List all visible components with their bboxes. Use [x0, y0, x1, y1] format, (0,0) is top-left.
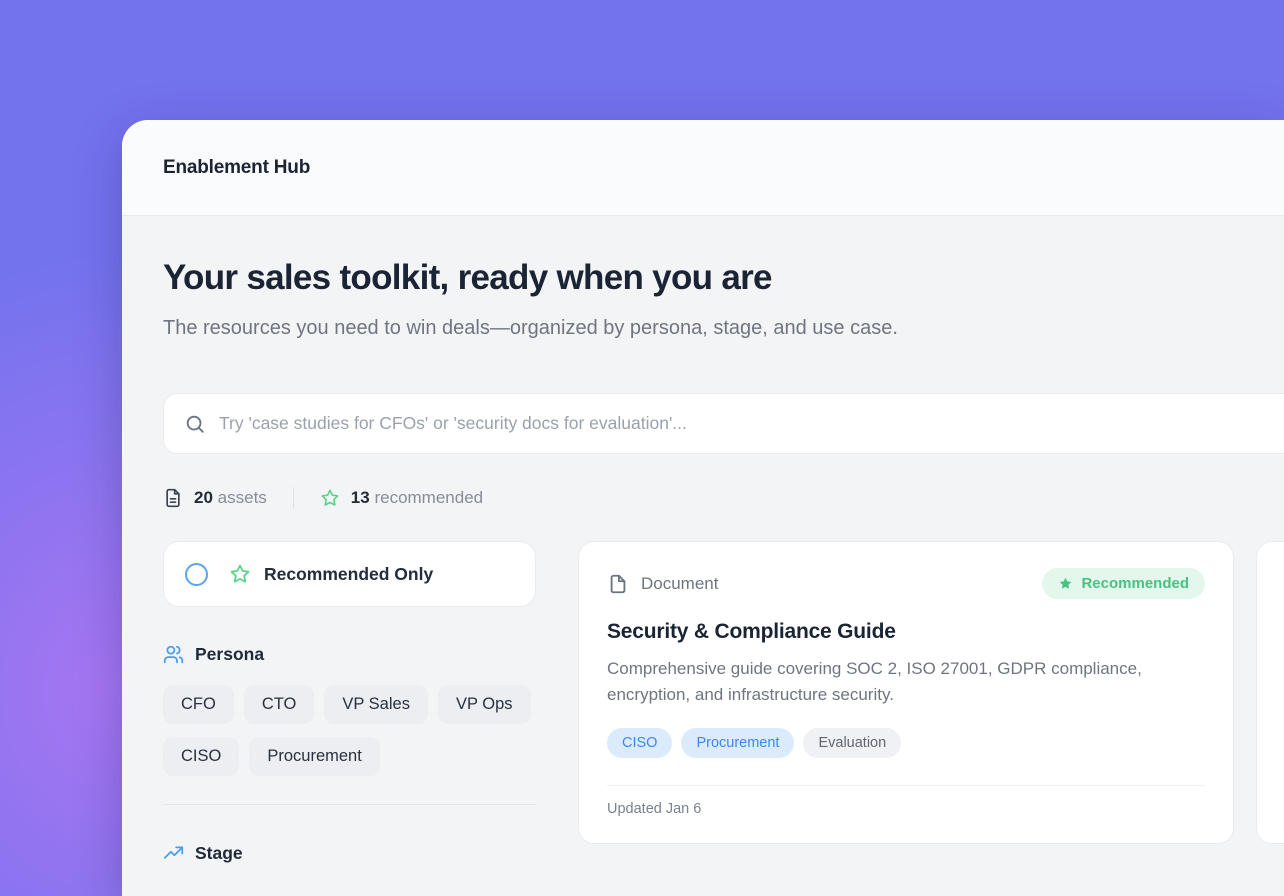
star-icon [229, 563, 251, 585]
assets-count: 20 [194, 488, 213, 507]
asset-card-security-compliance-guide[interactable]: Document Recommended Security & Complian… [578, 541, 1234, 844]
recommended-only-label: Recommended Only [264, 564, 433, 585]
assets-stat: 20 assets [163, 488, 267, 508]
asset-cards: Document Recommended Security & Complian… [578, 541, 1284, 844]
card-footer: Updated Jan 6 [607, 785, 1205, 839]
stats-row: 20 assets 13 recommended [163, 487, 1284, 509]
stage-section-label: Stage [195, 843, 243, 864]
tag-procurement: Procurement [681, 728, 794, 758]
recommended-count: 13 [351, 488, 370, 507]
recommended-badge: Recommended [1042, 568, 1205, 599]
persona-section-label: Persona [195, 644, 264, 665]
main-panel: Enablement Hub Your sales toolkit, ready… [122, 120, 1284, 896]
sidebar-divider [163, 804, 536, 805]
app-title: Enablement Hub [163, 157, 310, 179]
tag-ciso: CISO [607, 728, 672, 758]
card-title: Security & Compliance Guide [607, 620, 1205, 644]
page-subtitle: The resources you need to win deals—orga… [163, 313, 983, 344]
file-text-icon [163, 488, 183, 508]
stats-divider [293, 487, 294, 509]
persona-chip-ciso[interactable]: CISO [163, 737, 239, 776]
star-icon [320, 488, 340, 508]
radio-circle-icon[interactable] [185, 563, 208, 586]
content-layout: Recommended Only Persona CFO CTO VP Sale… [163, 541, 1284, 864]
stage-section-header: Stage [163, 843, 536, 864]
search-input[interactable] [219, 413, 1283, 434]
persona-section-header: Persona [163, 644, 536, 665]
card-description: Comprehensive guide covering SOC 2, ISO … [607, 656, 1192, 709]
users-icon [163, 644, 184, 665]
search-icon [184, 413, 206, 435]
persona-chip-cfo[interactable]: CFO [163, 685, 234, 724]
trending-up-icon [163, 843, 184, 864]
card-top-row: Document Recommended [607, 568, 1205, 599]
persona-chip-cto[interactable]: CTO [244, 685, 315, 724]
assets-label: assets [218, 488, 267, 507]
persona-chips: CFO CTO VP Sales VP Ops CISO Procurement [163, 685, 536, 776]
main-content: Your sales toolkit, ready when you are T… [122, 216, 1284, 864]
card-type: Document [607, 573, 718, 595]
asset-card-partial-clipped[interactable] [1256, 541, 1284, 844]
star-filled-icon [1058, 576, 1073, 591]
persona-chip-vp-ops[interactable]: VP Ops [438, 685, 531, 724]
file-icon [607, 573, 629, 595]
persona-chip-vp-sales[interactable]: VP Sales [324, 685, 428, 724]
recommended-badge-label: Recommended [1081, 575, 1189, 592]
persona-chip-procurement[interactable]: Procurement [249, 737, 379, 776]
card-type-label: Document [641, 574, 718, 594]
filters-sidebar: Recommended Only Persona CFO CTO VP Sale… [163, 541, 536, 864]
page-title: Your sales toolkit, ready when you are [163, 258, 1284, 298]
recommended-label: recommended [374, 488, 483, 507]
card-tags: CISO Procurement Evaluation [607, 728, 1205, 758]
search-bar[interactable] [163, 393, 1284, 454]
recommended-stat: 13 recommended [320, 488, 483, 508]
panel-header: Enablement Hub [122, 120, 1284, 216]
tag-evaluation: Evaluation [803, 728, 901, 758]
recommended-only-toggle[interactable]: Recommended Only [163, 541, 536, 607]
